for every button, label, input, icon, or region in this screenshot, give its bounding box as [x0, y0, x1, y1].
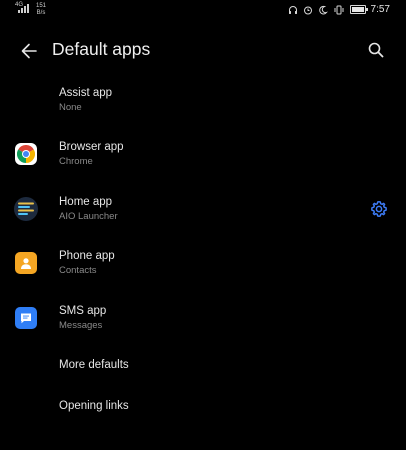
page-title: Default apps: [52, 39, 151, 59]
item-value: None: [59, 102, 82, 113]
list-item-more-defaults[interactable]: More defaults: [0, 350, 406, 384]
app-bar: Default apps: [0, 28, 406, 72]
list-item-phone-app[interactable]: Phone app Contacts: [0, 242, 406, 290]
item-value: Messages: [59, 320, 103, 331]
home-app-settings-button[interactable]: [369, 199, 389, 219]
chrome-icon: [15, 143, 37, 165]
item-title: More defaults: [59, 359, 129, 371]
item-value: Chrome: [59, 156, 93, 167]
search-icon: [368, 42, 384, 58]
alarm-icon: [303, 5, 313, 15]
messages-icon: [15, 307, 37, 329]
gear-icon: [371, 201, 387, 217]
item-title: Phone app: [59, 250, 115, 262]
signal-icon: 4G: [15, 2, 30, 13]
list-item-opening-links[interactable]: Opening links: [0, 391, 406, 425]
item-title: Home app: [59, 196, 113, 208]
status-bar-right: 7:57: [288, 4, 390, 15]
item-title: Opening links: [59, 400, 129, 412]
clock: 7:57: [370, 4, 390, 15]
vibrate-icon: [333, 5, 345, 15]
list-item-sms-app[interactable]: SMS app Messages: [0, 297, 406, 345]
aio-launcher-icon: [14, 197, 38, 221]
back-button[interactable]: [16, 38, 42, 64]
item-title: Browser app: [59, 141, 124, 153]
search-button[interactable]: [364, 38, 388, 62]
contacts-icon: [15, 252, 37, 274]
item-title: SMS app: [59, 305, 107, 317]
battery-icon: [349, 5, 368, 14]
item-title: Assist app: [59, 87, 113, 99]
moon-icon: [318, 5, 328, 15]
status-bar-left: 4G 151 B/s: [15, 2, 46, 17]
network-speed: 151 B/s: [36, 3, 46, 17]
list-item-browser-app[interactable]: Browser app Chrome: [0, 133, 406, 181]
network-speed-unit: B/s: [36, 10, 46, 16]
list-item-assist-app[interactable]: Assist app None: [0, 79, 406, 127]
headphones-icon: [288, 5, 298, 15]
list-item-home-app[interactable]: Home app AIO Launcher: [0, 188, 406, 236]
arrow-left-icon: [21, 43, 37, 59]
status-bar: 4G 151 B/s 7:57: [0, 0, 406, 20]
item-value: Contacts: [59, 265, 97, 276]
item-value: AIO Launcher: [59, 211, 118, 222]
network-speed-value: 151: [36, 3, 47, 9]
